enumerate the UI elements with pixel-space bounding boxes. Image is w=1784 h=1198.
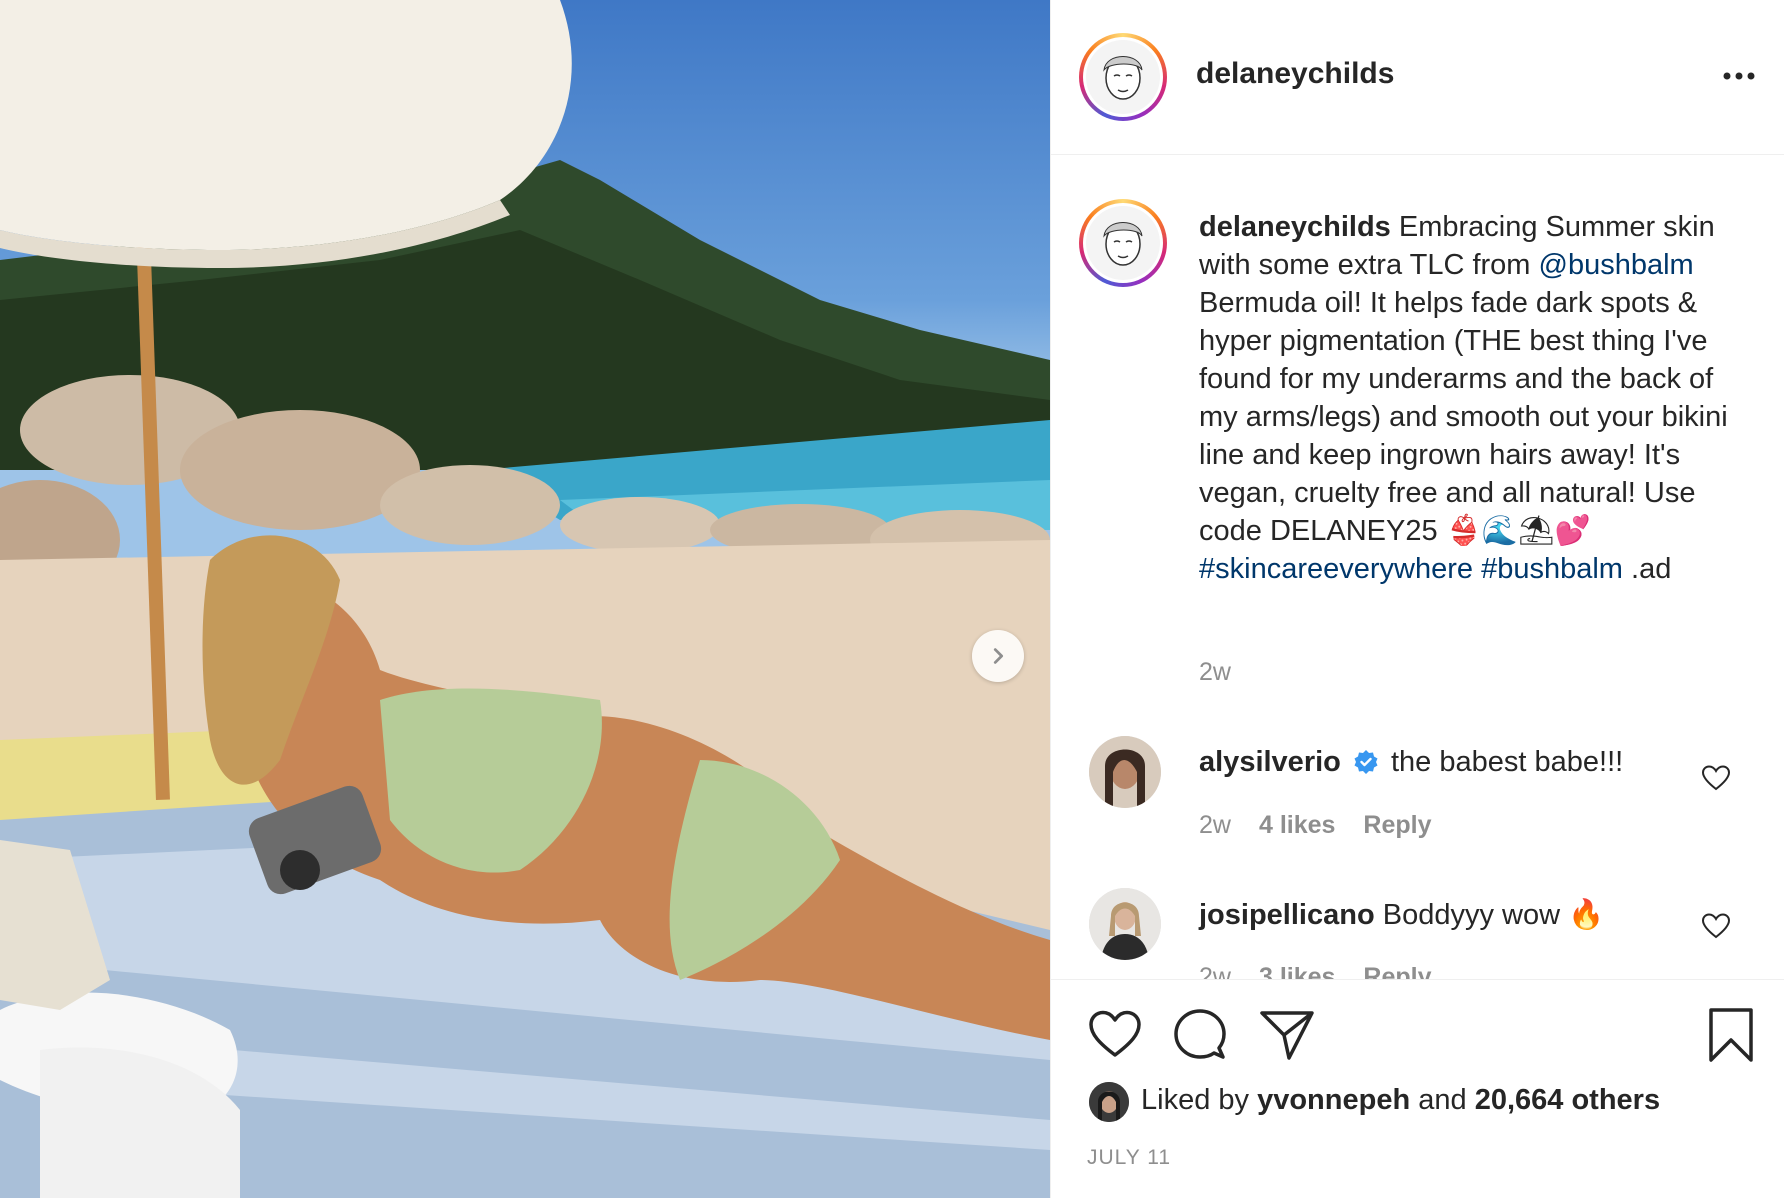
beach-photo-illustration (0, 0, 1050, 1198)
post-actions: Liked by yvonnepeh and 20,664 others JUL… (1051, 979, 1784, 1198)
comment-text: josipellicano Boddyyy wow 🔥 (1199, 898, 1604, 932)
likes-others-count[interactable]: 20,664 others (1475, 1084, 1660, 1116)
caption-hashtag-link[interactable]: #bushbalm (1481, 553, 1623, 585)
paper-plane-icon[interactable] (1259, 1008, 1315, 1062)
likes-summary: Liked by yvonnepeh and 20,664 others (1141, 1084, 1660, 1117)
comment-like-heart-icon[interactable] (1701, 764, 1731, 792)
comment-icon[interactable] (1173, 1008, 1227, 1062)
caption-hashtag-link[interactable]: #skincareeverywhere (1199, 553, 1473, 585)
bookmark-icon[interactable] (1705, 1006, 1757, 1064)
comment-body: the babest babe!!! (1391, 746, 1624, 778)
comment-time: 2w (1199, 963, 1231, 979)
comment-username[interactable]: alysilverio (1199, 746, 1341, 778)
heart-icon[interactable] (1087, 1008, 1143, 1060)
comment-reply-button[interactable]: Reply (1363, 963, 1431, 979)
avatar-photo-icon (1089, 736, 1161, 808)
comment-username[interactable]: josipellicano (1199, 899, 1375, 931)
comment-body: Boddyyy wow 🔥 (1382, 899, 1605, 931)
more-horizontal-icon[interactable] (1718, 62, 1760, 90)
comment-text: alysilverio the babest babe!!! (1199, 746, 1623, 779)
comment-meta: 2w 3 likes Reply (1199, 963, 1432, 979)
post-date[interactable]: JULY 11 (1087, 1146, 1171, 1170)
liker-username[interactable]: yvonnepeh (1257, 1084, 1410, 1116)
likes-prefix: Liked by (1141, 1084, 1250, 1116)
commenter-avatar[interactable] (1089, 888, 1161, 960)
avatar-illustration-icon (1103, 56, 1143, 100)
comment-likes-count[interactable]: 4 likes (1259, 811, 1335, 840)
likes-and: and (1418, 1084, 1467, 1116)
avatar-photo-icon (1089, 888, 1161, 960)
avatar-photo-icon (1089, 1082, 1129, 1122)
caption-text-part: Bermuda oil! It helps fade dark spots & … (1199, 287, 1728, 547)
caption-text-part: .ad (1631, 553, 1672, 585)
liker-avatar[interactable] (1089, 1082, 1129, 1122)
next-photo-button[interactable] (972, 630, 1024, 682)
comment-meta: 2w 4 likes Reply (1199, 811, 1432, 840)
post-photo[interactable] (0, 0, 1050, 1198)
comment-like-heart-icon[interactable] (1701, 912, 1731, 940)
commenter-avatar[interactable] (1089, 736, 1161, 808)
post-caption: delaneychilds Embracing Summer skin with… (1199, 208, 1759, 588)
chevron-right-icon (993, 648, 1004, 664)
post-header: delaneychilds (1051, 0, 1784, 155)
comment-reply-button[interactable]: Reply (1363, 811, 1431, 840)
author-avatar[interactable] (1079, 33, 1167, 121)
caption-username[interactable]: delaneychilds (1199, 211, 1391, 243)
caption-mention-link[interactable]: @bushbalm (1539, 249, 1694, 281)
verified-badge-icon (1354, 750, 1378, 774)
avatar-illustration-icon (1103, 222, 1143, 266)
comment-time: 2w (1199, 811, 1231, 839)
comments-section[interactable]: delaneychilds Embracing Summer skin with… (1051, 156, 1784, 979)
post-side-panel: delaneychilds delaneychilds Embracing Su… (1050, 0, 1784, 1198)
comment-likes-count[interactable]: 3 likes (1259, 963, 1335, 979)
caption-author-avatar[interactable] (1079, 199, 1167, 287)
header-username[interactable]: delaneychilds (1196, 57, 1394, 91)
caption-timestamp: 2w (1199, 658, 1231, 686)
